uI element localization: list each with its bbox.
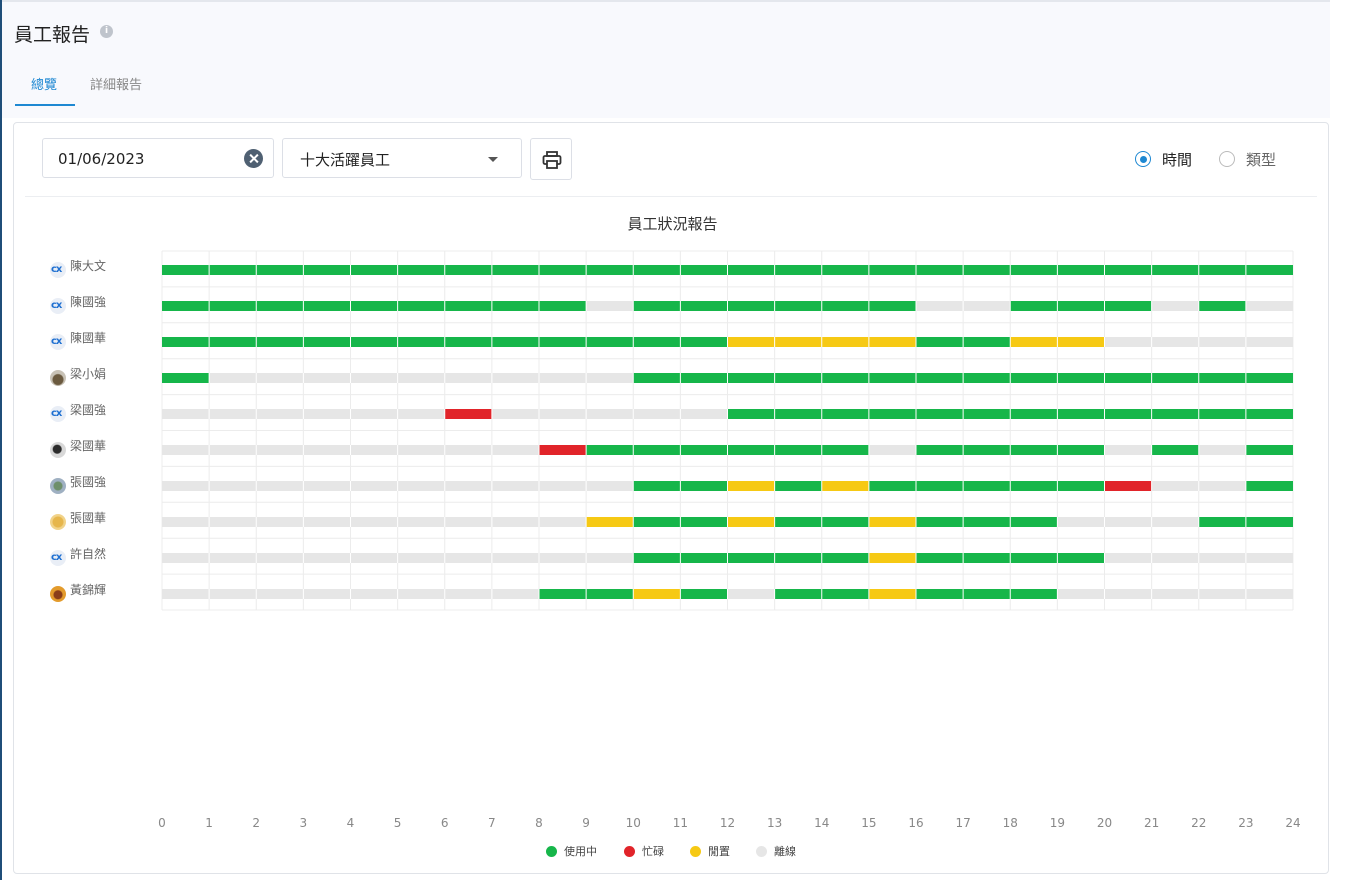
timeline-segment-idle[interactable] <box>868 553 916 563</box>
employee-name: 張國華 <box>70 511 107 525</box>
timeline-segment-offline[interactable] <box>1245 301 1293 311</box>
timeline-segment-offline[interactable] <box>1057 589 1293 599</box>
x-tick-label: 18 <box>1003 816 1018 830</box>
x-tick-label: 1 <box>205 816 213 830</box>
avatar <box>50 514 66 530</box>
avatar <box>50 586 66 602</box>
employee-name: 梁國強 <box>70 403 107 417</box>
employee-name: 陳國華 <box>70 331 107 345</box>
avatar <box>50 478 66 494</box>
timeline-segment-busy[interactable] <box>539 445 587 455</box>
timeline-segment-offline[interactable] <box>1151 301 1199 311</box>
x-tick-label: 13 <box>767 816 782 830</box>
x-tick-label: 20 <box>1097 816 1112 830</box>
timeline-segment-offline[interactable] <box>586 301 634 311</box>
x-tick-label: 9 <box>582 816 590 830</box>
timeline-segment-idle[interactable] <box>868 517 916 527</box>
legend-label: 忙碌 <box>642 845 664 858</box>
timeline-segment-busy[interactable] <box>1104 481 1152 491</box>
timeline-segment-active[interactable] <box>916 589 1058 599</box>
x-tick-label: 3 <box>300 816 308 830</box>
legend-swatch <box>546 846 557 857</box>
x-tick-label: 14 <box>814 816 829 830</box>
x-tick-label: 6 <box>441 816 449 830</box>
avatar <box>50 550 66 566</box>
employee-name: 梁小娟 <box>70 367 107 381</box>
x-tick-label: 7 <box>488 816 496 830</box>
x-tick-label: 19 <box>1050 816 1065 830</box>
x-tick-label: 11 <box>673 816 688 830</box>
timeline-segment-active[interactable] <box>162 301 587 311</box>
avatar <box>50 334 66 350</box>
timeline-segment-offline[interactable] <box>491 409 728 419</box>
timeline-segment-idle[interactable] <box>727 481 775 491</box>
app-page: 員工報告 i 總覽 詳細報告 01/06/2023 十大活躍員工 時間 類型 員… <box>0 0 1345 880</box>
timeline-segment-idle[interactable] <box>727 517 775 527</box>
x-tick-label: 0 <box>158 816 166 830</box>
x-tick-label: 15 <box>861 816 876 830</box>
employee-name: 張國強 <box>70 475 107 489</box>
x-tick-label: 4 <box>347 816 355 830</box>
timeline-segment-idle[interactable] <box>868 589 916 599</box>
legend-label: 離線 <box>774 845 796 858</box>
timeline-segment-active[interactable] <box>680 589 728 599</box>
timeline-segment-offline[interactable] <box>162 517 587 527</box>
x-tick-label: 12 <box>720 816 735 830</box>
timeline-segment-busy[interactable] <box>444 409 492 419</box>
employee-name: 黃錦輝 <box>70 583 107 597</box>
timeline-segment-active[interactable] <box>1245 481 1293 491</box>
x-tick-label: 16 <box>908 816 923 830</box>
x-tick-label: 23 <box>1238 816 1253 830</box>
x-tick-label: 8 <box>535 816 543 830</box>
avatar <box>50 298 66 314</box>
timeline-segment-idle[interactable] <box>586 517 634 527</box>
legend-swatch <box>756 846 767 857</box>
employee-name: 陳大文 <box>70 259 107 273</box>
legend-swatch <box>624 846 635 857</box>
timeline-segment-active[interactable] <box>1245 445 1293 455</box>
employee-name: 梁國華 <box>70 439 107 453</box>
legend-label: 閒置 <box>708 845 730 858</box>
timeline-segment-offline[interactable] <box>1104 445 1152 455</box>
x-tick-label: 17 <box>955 816 970 830</box>
timeline-segment-active[interactable] <box>162 373 210 383</box>
employee-name: 許自然 <box>70 547 107 561</box>
x-tick-label: 5 <box>394 816 402 830</box>
x-tick-label: 10 <box>626 816 641 830</box>
x-tick-label: 2 <box>252 816 260 830</box>
employee-name: 陳國強 <box>70 295 107 309</box>
timeline-segment-offline[interactable] <box>1198 445 1246 455</box>
legend-swatch <box>690 846 701 857</box>
timeline-segment-active[interactable] <box>1198 301 1246 311</box>
avatar <box>50 262 66 278</box>
timeline-segment-idle[interactable] <box>633 589 681 599</box>
x-tick-label: 24 <box>1285 816 1300 830</box>
avatar <box>50 370 66 386</box>
timeline-segment-active[interactable] <box>868 481 1105 491</box>
x-tick-label: 22 <box>1191 816 1206 830</box>
timeline-segment-active[interactable] <box>774 481 822 491</box>
x-tick-label: 21 <box>1144 816 1159 830</box>
timeline-segment-active[interactable] <box>1151 445 1199 455</box>
avatar <box>50 406 66 422</box>
timeline-segment-offline[interactable] <box>209 373 634 383</box>
avatar <box>50 442 66 458</box>
timeline-segment-idle[interactable] <box>821 481 869 491</box>
timeline-segment-active[interactable] <box>916 517 1058 527</box>
timeline-chart: 0 1 2 3 4 5 6 7 8 9 10 11 12 13 14 15 16 17 18 19 20 21 22 23 24 <box>158 250 1301 830</box>
timeline-segment-offline[interactable] <box>727 589 775 599</box>
timeline-segment-active[interactable] <box>1010 301 1152 311</box>
timeline-segment-offline[interactable] <box>1057 517 1199 527</box>
timeline-segment-offline[interactable] <box>868 445 916 455</box>
legend-label: 使用中 <box>564 845 597 858</box>
timeline-segment-active[interactable] <box>633 553 869 563</box>
